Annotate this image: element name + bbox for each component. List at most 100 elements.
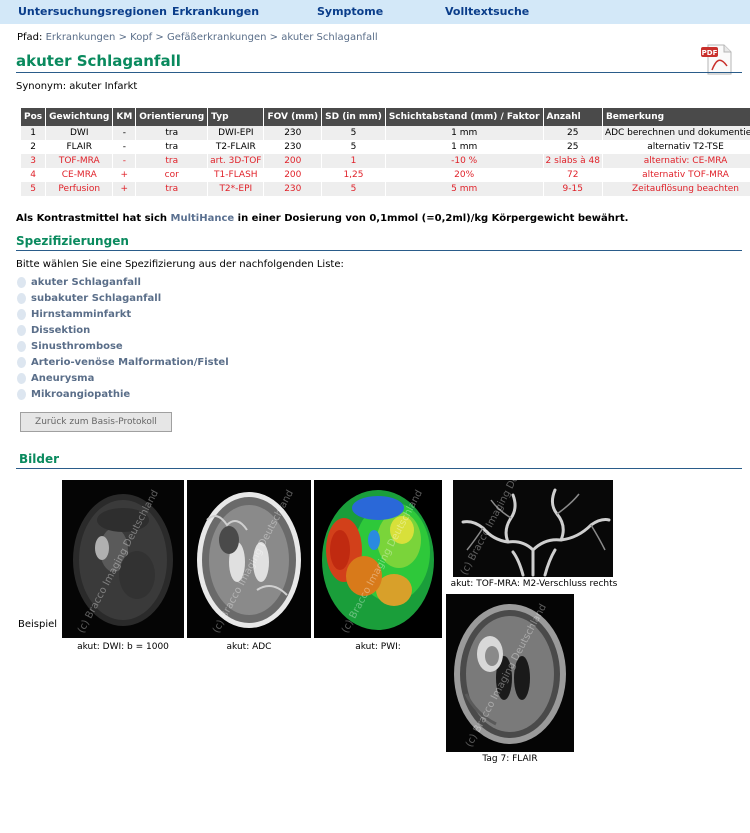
synonym-text: Synonym: akuter Infarkt [16, 81, 138, 92]
table-row: 4 CE-MRA + cor T1-FLASH 200 1,25 20% 72 … [19, 168, 750, 182]
table-cell: - [112, 140, 136, 154]
table-cell: alternativ TOF-MRA [601, 168, 750, 182]
images-row-label: Beispiel [18, 619, 58, 630]
top-navigation: Untersuchungsregionen Erkrankungen Sympt… [0, 0, 750, 24]
protocol-table: Pos Gewichtung KM Orientierung Typ FOV (… [19, 108, 750, 196]
mri-tof-mra-image[interactable]: (c) Bracco Imaging Deutschland [453, 480, 613, 577]
table-cell: 1 mm [384, 126, 544, 140]
table-cell: DWI-EPI [207, 126, 264, 140]
table-cell: TOF-MRA [45, 154, 113, 168]
table-cell: - [112, 154, 136, 168]
table-cell: 5 [321, 126, 386, 140]
contrast-agent-link[interactable]: MultiHance [171, 213, 235, 224]
spec-link[interactable]: Aneurysma [31, 373, 94, 384]
table-cell: alternativ T2-TSE [601, 140, 750, 154]
column-header: Gewichtung [45, 108, 113, 126]
images-heading: Bilder [19, 452, 60, 466]
table-cell: 5 [19, 182, 46, 196]
table-cell: alternativ: CE-MRA [601, 154, 750, 168]
table-cell: tra [135, 154, 208, 168]
bullet-icon [17, 357, 26, 368]
nav-symptome[interactable]: Symptome [317, 5, 383, 18]
column-header: SD (in mm) [321, 108, 386, 126]
nav-volltextsuche[interactable]: Volltextsuche [445, 5, 529, 18]
spec-link[interactable]: Mikroangiopathie [31, 389, 130, 400]
column-header: KM [112, 108, 136, 126]
table-row: 3 TOF-MRA - tra art. 3D-TOF 200 1 -10 % … [19, 154, 750, 168]
table-cell: 20% [384, 168, 544, 182]
table-cell: 2 slabs à 48 [542, 154, 603, 168]
table-cell: 4 [19, 168, 46, 182]
table-cell: ADC berechnen und dokumentieren [601, 126, 750, 140]
table-cell: 200 [263, 154, 322, 168]
table-cell: + [112, 182, 136, 196]
table-cell: 1 [19, 126, 46, 140]
image-caption: akut: TOF-MRA: M2-Verschluss rechts [450, 579, 618, 589]
bullet-icon [17, 389, 26, 400]
breadcrumb-gefaesserkrankungen[interactable]: Gefäßerkrankungen [167, 32, 266, 43]
image-caption: akut: ADC [226, 642, 272, 652]
table-header-row: Pos Gewichtung KM Orientierung Typ FOV (… [19, 108, 750, 126]
table-cell: - [112, 126, 136, 140]
table-cell: art. 3D-TOF [207, 154, 264, 168]
breadcrumb-kopf[interactable]: Kopf [130, 32, 152, 43]
table-cell: 72 [542, 168, 603, 182]
table-cell: 5 [321, 140, 386, 154]
table-cell: 2 [19, 140, 46, 154]
image-caption: akut: DWI: b = 1000 [77, 642, 169, 652]
bullet-icon [17, 341, 26, 352]
contrast-agent-note: Als Kontrastmittel hat sich MultiHance i… [16, 213, 628, 224]
column-header: Anzahl [542, 108, 603, 126]
breadcrumb-akuter-schlaganfall[interactable]: akuter Schlaganfall [281, 32, 377, 43]
spec-divider [16, 250, 742, 251]
table-cell: Perfusion [45, 182, 113, 196]
mri-dwi-image[interactable]: (c) Bracco Imaging Deutschland [62, 480, 184, 638]
mri-flair-image[interactable]: (c) Bracco Imaging Deutschland [446, 594, 574, 752]
spec-link[interactable]: Dissektion [31, 325, 90, 336]
column-header: FOV (mm) [263, 108, 322, 126]
mri-pwi-image[interactable]: (c) Bracco Imaging Deutschland [314, 480, 442, 638]
table-cell: tra [135, 126, 208, 140]
spec-link[interactable]: Sinusthrombose [31, 341, 123, 352]
bullet-icon [17, 277, 26, 288]
mri-adc-image[interactable]: (c) Bracco Imaging Deutschland [187, 480, 311, 638]
spec-link[interactable]: akuter Schlaganfall [31, 277, 141, 288]
bullet-icon [17, 373, 26, 384]
column-header: Typ [207, 108, 264, 126]
table-row: 1 DWI - tra DWI-EPI 230 5 1 mm 25 ADC be… [19, 126, 750, 140]
nav-untersuchungsregionen[interactable]: Untersuchungsregionen [18, 5, 167, 18]
table-cell: tra [135, 182, 208, 196]
image-caption: Tag 7: FLAIR [482, 754, 538, 764]
column-header: Bemerkung [601, 108, 750, 126]
title-divider [16, 72, 742, 73]
table-cell: 230 [263, 126, 322, 140]
table-cell: 1 mm [384, 140, 544, 154]
bullet-icon [17, 325, 26, 336]
breadcrumb: Pfad: Erkrankungen > Kopf > Gefäßerkrank… [17, 32, 378, 43]
table-cell: cor [135, 168, 208, 182]
spec-heading: Spezifizierungen [16, 234, 129, 248]
bullet-icon [17, 309, 26, 320]
table-cell: CE-MRA [45, 168, 113, 182]
pdf-document-icon[interactable]: PDF [700, 42, 734, 76]
back-to-base-protocol-button[interactable]: Zurück zum Basis-Protokoll [20, 412, 172, 432]
table-cell: T2-FLAIR [207, 140, 264, 154]
table-cell: 25 [542, 140, 603, 154]
pdf-icon-label: PDF [702, 49, 718, 57]
table-cell: T1-FLASH [207, 168, 264, 182]
spec-intro: Bitte wählen Sie eine Spezifizierung aus… [16, 259, 344, 270]
bullet-icon [17, 293, 26, 304]
table-cell: -10 % [384, 154, 544, 168]
table-cell: T2*-EPI [207, 182, 264, 196]
table-cell: 5 mm [384, 182, 544, 196]
table-cell: tra [135, 140, 208, 154]
nav-erkrankungen[interactable]: Erkrankungen [172, 5, 259, 18]
spec-link[interactable]: Hirnstamminfarkt [31, 309, 131, 320]
breadcrumb-label: Pfad: [17, 32, 43, 43]
contrast-text-before: Als Kontrastmittel hat sich [16, 213, 171, 224]
table-row: 2 FLAIR - tra T2-FLAIR 230 5 1 mm 25 alt… [19, 140, 750, 154]
breadcrumb-erkrankungen[interactable]: Erkrankungen [46, 32, 116, 43]
spec-link[interactable]: Arterio-venöse Malformation/Fistel [31, 357, 229, 368]
spec-link[interactable]: subakuter Schlaganfall [31, 293, 161, 304]
table-cell: 230 [263, 182, 322, 196]
